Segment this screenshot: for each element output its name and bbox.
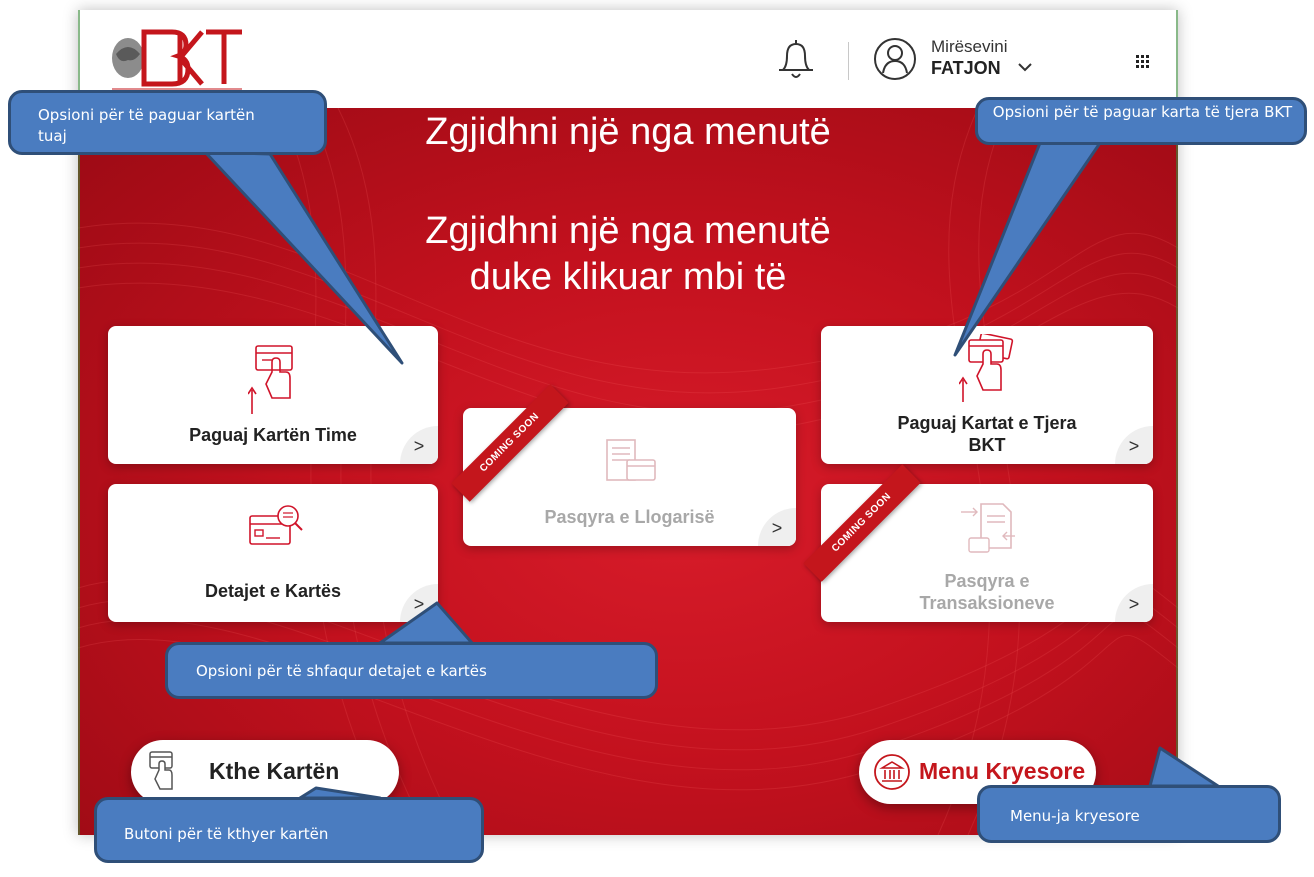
callout-card-details: Opsioni për të shfaqur detajet e kartës [165,642,658,699]
callout-pay-other-cards: Opsioni për të paguar karta të tjera BKT [975,97,1307,145]
callout-main-menu: Menu-ja kryesore [977,785,1281,843]
callout-return-card: Butoni për të kthyer kartën [94,797,484,863]
callout-pay-own-card: Opsioni për të paguar kartën tuaj [8,90,327,155]
